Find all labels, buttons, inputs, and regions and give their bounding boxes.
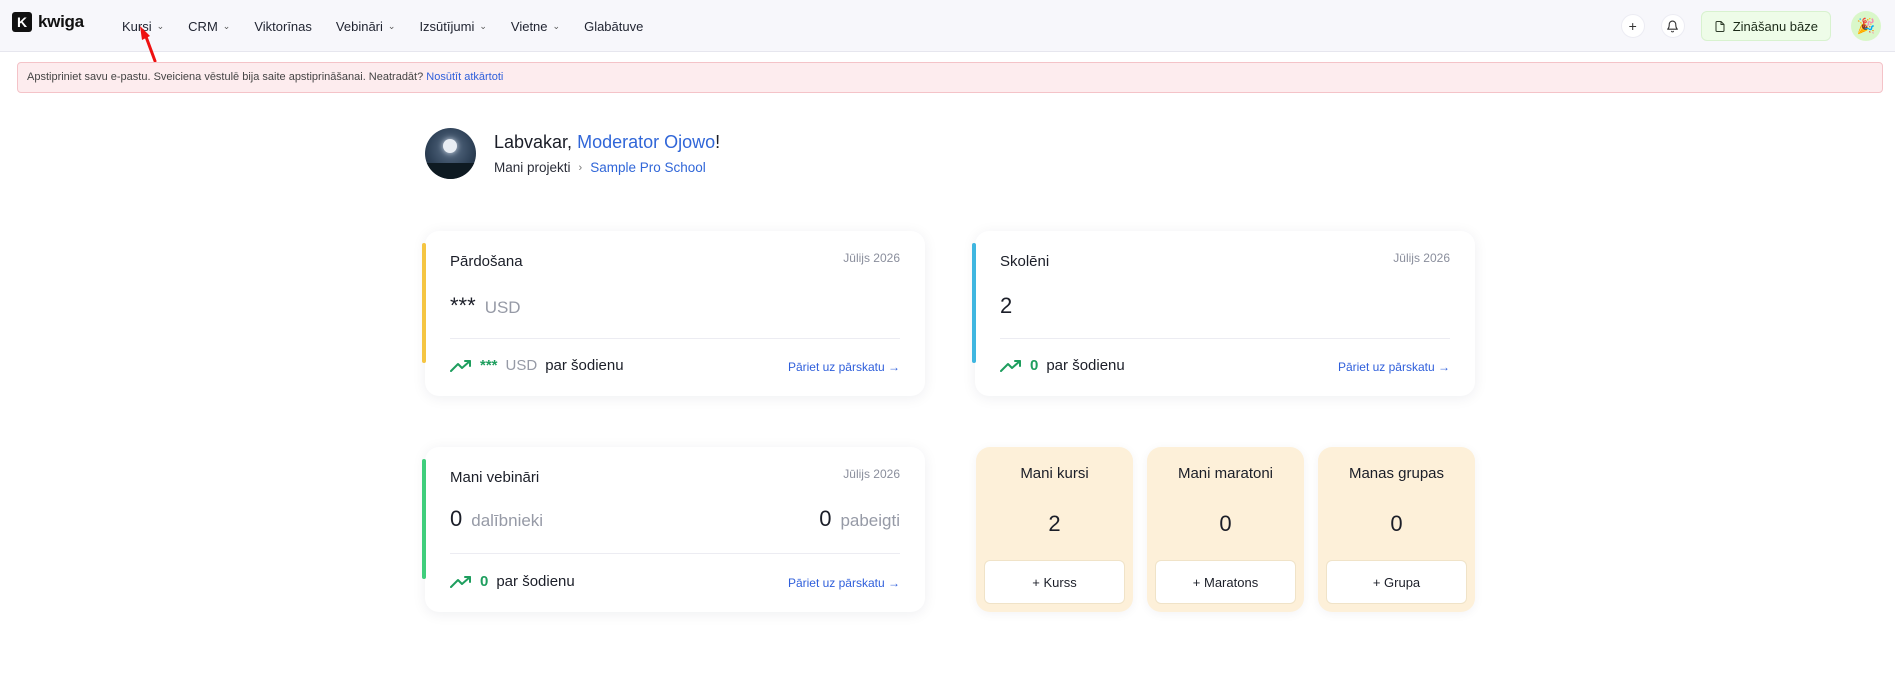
report-link[interactable]: Pāriet uz pārskatu → (788, 576, 900, 590)
divider (450, 338, 900, 339)
value-unit: USD (484, 298, 521, 317)
nav-item-label: Vietne (510, 18, 548, 34)
chevron-down-icon: ⌄ (552, 20, 561, 31)
report-link[interactable]: Pāriet uz pārskatu → (1338, 360, 1450, 374)
kwiga-logo[interactable]: K kwiga (12, 12, 84, 32)
nav-item-label: Glabātuve (584, 18, 644, 34)
notifications-button[interactable] (1660, 14, 1685, 38)
sales-value: *** USD (450, 293, 521, 319)
chevron-right-icon: › (578, 161, 583, 174)
nav-item-vietne[interactable]: Vietne ⌄ (511, 19, 560, 34)
chevron-down-icon: ⌄ (387, 20, 396, 31)
value-number: 0 (819, 506, 832, 531)
divider (450, 553, 900, 554)
students-card: Skolēni Jūlijs 2026 2 0 par šodienu Pāri… (972, 231, 1475, 396)
today-stats: 0 par šodienu (450, 573, 575, 590)
finished-value: 0 pabeigti (819, 506, 900, 532)
bell-icon (1667, 20, 1679, 32)
alert-text: Apstipriniet savu e-pastu. Sveiciena vēs… (27, 71, 424, 83)
today-value: 0 (480, 573, 489, 590)
today-value: *** (480, 357, 498, 374)
today-unit: USD (505, 357, 538, 374)
add-button[interactable]: + (1620, 14, 1645, 38)
card-accent (972, 243, 976, 363)
card-title: Skolēni (1000, 253, 1050, 270)
value-number: 2 (1000, 293, 1013, 318)
value-unit: dalībnieki (471, 511, 544, 530)
divider (1000, 338, 1450, 339)
breadcrumb: Mani projekti › Sample Pro School (494, 160, 720, 175)
today-stats: 0 par šodienu (1000, 357, 1125, 374)
email-confirm-alert: Apstipriniet savu e-pastu. Sveiciena vēs… (17, 62, 1883, 93)
greeting-title: Labvakar, Moderator Ojowo! (494, 132, 720, 153)
value-unit: pabeigti (840, 511, 900, 530)
chevron-down-icon: ⌄ (222, 20, 231, 31)
topbar-actions: + Zināšanu bāze 🎉 (1620, 9, 1881, 43)
nav-item-label: Izsūtījumi (419, 18, 475, 34)
main-nav: Kursi ⌄ CRM ⌄ Viktorīnas Vebināri ⌄ Izsū… (122, 0, 643, 52)
chevron-down-icon: ⌄ (479, 20, 487, 31)
greeting-block: Labvakar, Moderator Ojowo! Mani projekti… (425, 128, 720, 179)
greeting-suffix: ! (715, 132, 721, 152)
mini-card-count: 0 (1390, 511, 1403, 536)
mini-card-count: 0 (1219, 511, 1232, 536)
breadcrumb-root[interactable]: Mani projekti (494, 160, 571, 175)
resend-link[interactable]: Nosūtīt atkārtoti (426, 71, 503, 83)
card-accent (422, 459, 426, 579)
add-marathon-button[interactable]: + Maratons (1155, 560, 1296, 604)
mini-card-count: 2 (1048, 511, 1061, 536)
card-title: Pārdošana (450, 253, 523, 270)
top-navbar: K kwiga Kursi ⌄ CRM ⌄ Viktorīnas Vebinār… (0, 0, 1895, 52)
user-avatar[interactable]: 🎉 (1851, 11, 1881, 41)
sales-card: Pārdošana Jūlijs 2026 *** USD *** USD pa… (422, 231, 925, 396)
mini-card-title: Mani maratoni (1177, 465, 1274, 482)
user-name[interactable]: Moderator Ojowo (577, 132, 715, 152)
greeting-prefix: Labvakar, (494, 132, 573, 152)
card-title: Mani vebināri (450, 469, 540, 486)
today-label: par šodienu (496, 573, 575, 590)
nav-item-vebinari[interactable]: Vebināri ⌄ (336, 19, 396, 34)
today-label: par šodienu (1046, 357, 1125, 374)
nav-item-viktorinas[interactable]: Viktorīnas (254, 19, 312, 34)
trend-up-icon (1000, 359, 1021, 372)
card-date: Jūlijs 2026 (843, 467, 900, 481)
trend-up-icon (450, 575, 471, 588)
knowledge-base-label: Zināšanu bāze (1732, 18, 1818, 34)
nav-item-label: Vebināri (335, 18, 383, 34)
knowledge-base-button[interactable]: Zināšanu bāze (1700, 11, 1831, 41)
my-groups-card: Manas grupas 0 + Grupa (1318, 447, 1475, 612)
value-number: 0 (450, 506, 463, 531)
annotation-arrow-icon (140, 26, 157, 63)
document-icon (1715, 20, 1725, 32)
nav-item-izsutijumi[interactable]: Izsūtījumi ⌄ (419, 19, 486, 34)
logo-mark: K (12, 12, 32, 32)
card-date: Jūlijs 2026 (1393, 251, 1450, 265)
my-marathons-card: Mani maratoni 0 + Maratons (1147, 447, 1304, 612)
mini-card-title: Manas grupas (1348, 465, 1445, 482)
plus-icon: + (1628, 18, 1637, 34)
nav-item-crm[interactable]: CRM ⌄ (188, 19, 230, 34)
mini-card-title: Mani kursi (1020, 465, 1089, 482)
today-value: 0 (1030, 357, 1039, 374)
students-value: 2 (1000, 293, 1012, 319)
profile-avatar[interactable] (425, 128, 476, 179)
value-number: *** (450, 293, 476, 318)
nav-item-glabatuve[interactable]: Glabātuve (584, 19, 643, 34)
nav-item-label: CRM (188, 18, 218, 34)
card-accent (422, 243, 426, 363)
card-date: Jūlijs 2026 (843, 251, 900, 265)
add-group-button[interactable]: + Grupa (1326, 560, 1467, 604)
today-label: par šodienu (545, 357, 624, 374)
logo-text: kwiga (38, 12, 84, 31)
webinars-card: Mani vebināri Jūlijs 2026 0 dalībnieki 0… (422, 447, 925, 612)
report-link[interactable]: Pāriet uz pārskatu → (788, 360, 900, 374)
participants-value: 0 dalībnieki (450, 506, 543, 532)
nav-item-label: Viktorīnas (254, 18, 312, 34)
my-courses-card: Mani kursi 2 + Kurss (976, 447, 1133, 612)
trend-up-icon (450, 359, 471, 372)
today-stats: *** USD par šodienu (450, 357, 624, 374)
add-course-button[interactable]: + Kurss (984, 560, 1125, 604)
party-icon: 🎉 (1856, 18, 1876, 35)
breadcrumb-project[interactable]: Sample Pro School (590, 160, 706, 175)
